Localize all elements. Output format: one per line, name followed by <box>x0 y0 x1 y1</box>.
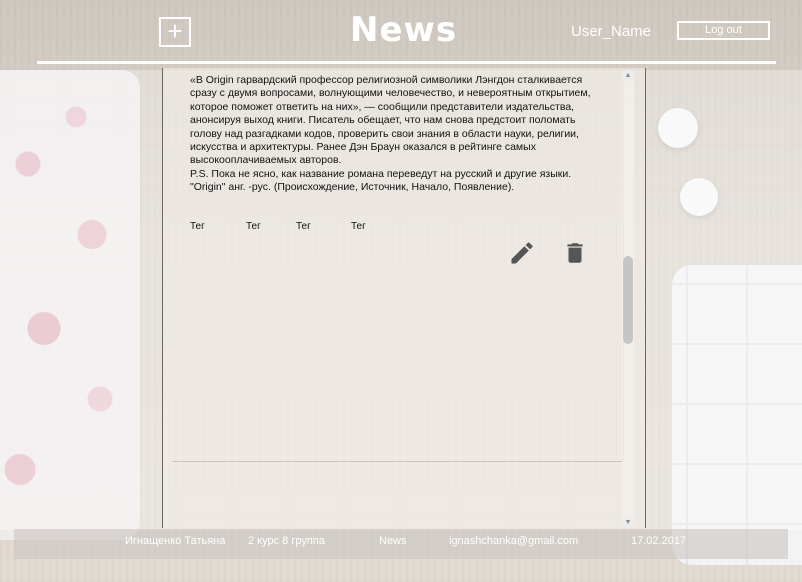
footer-group: 2 курс 8 группа <box>248 535 325 547</box>
news-article-text: «В Origin гарвардский профессор религиоз… <box>190 74 610 195</box>
article-line: анонсируя выход книги. Писатель обещает,… <box>190 114 576 127</box>
footer: Игнащенко Татьяна 2 курс 8 группа News i… <box>14 529 788 559</box>
article-line: голову над разгадками кодов, проверить с… <box>190 127 579 140</box>
footer-date: 17.02.2017 <box>631 535 687 547</box>
tag-link[interactable]: Тег <box>296 221 311 232</box>
tag-link[interactable]: Тег <box>351 221 366 232</box>
scroll-up-arrow-icon[interactable]: ▲ <box>622 70 634 81</box>
header: + News User_Name Log out <box>0 0 802 66</box>
article-line: P.S. Пока не ясно, как название романа п… <box>190 167 572 180</box>
vertical-scrollbar[interactable]: ▲ ▼ <box>622 70 634 528</box>
tag-link[interactable]: Тег <box>190 221 205 232</box>
article-line: «В Origin гарвардский профессор религиоз… <box>190 74 583 86</box>
pencil-icon[interactable] <box>508 239 536 267</box>
footer-email[interactable]: ignashchanka@gmail.com <box>449 535 578 547</box>
scroll-thumb[interactable] <box>623 256 633 344</box>
tag-link[interactable]: Тег <box>246 221 261 232</box>
site-logo: News <box>350 10 458 50</box>
article-line: сразу с двумя вопросами, волнующими чело… <box>190 87 591 100</box>
footer-section-link[interactable]: News <box>379 535 407 547</box>
add-news-button[interactable]: + <box>159 17 191 47</box>
username-label: User_Name <box>571 23 652 40</box>
logout-button[interactable]: Log out <box>677 21 770 40</box>
article-line: "Origin" анг. -рус. (Происхождение, Исто… <box>190 181 515 194</box>
article-line: которое поможет ответить на них», — сооб… <box>190 100 575 113</box>
footer-author: Игнащенко Татьяна <box>125 535 226 547</box>
scroll-down-arrow-icon[interactable]: ▼ <box>622 517 634 528</box>
article-line: высокооплачиваемых авторов. <box>190 154 342 167</box>
trash-icon[interactable] <box>562 239 588 267</box>
header-divider <box>37 61 776 64</box>
article-line: искусства и архитектуры. Ранее Дэн Браун… <box>190 141 536 154</box>
